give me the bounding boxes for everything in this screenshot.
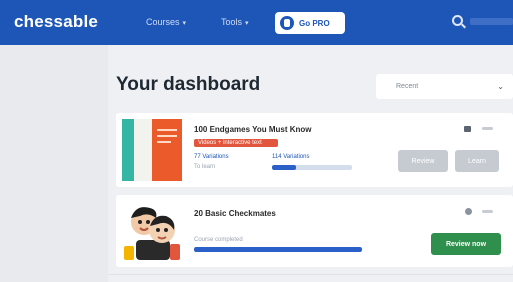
search-icon[interactable] [452, 15, 463, 26]
course-card[interactable]: 100 Endgames You Must Know Videos + inte… [116, 113, 513, 187]
variations-count: 77 Variations [194, 154, 229, 160]
nav-courses-menu[interactable]: Courses ▾ [146, 17, 186, 27]
cover-spine [122, 119, 134, 181]
search-input[interactable] [470, 18, 513, 25]
course-cover-image[interactable] [122, 200, 182, 262]
course-title[interactable]: 20 Basic Checkmates [194, 209, 276, 218]
more-options-icon[interactable] [482, 127, 493, 130]
course-title[interactable]: 100 Endgames You Must Know [194, 125, 312, 134]
pro-badge-icon [280, 16, 294, 30]
settings-icon[interactable] [465, 208, 472, 215]
sidebar [0, 45, 108, 282]
chevron-down-icon: ▾ [182, 20, 187, 27]
review-now-button[interactable]: Review now [431, 233, 501, 255]
go-pro-label: Go PRO [299, 18, 330, 28]
more-options-icon[interactable] [482, 210, 493, 213]
cover-front [152, 119, 182, 181]
cartoon-faces-icon [124, 207, 180, 260]
course-cover-image[interactable] [122, 119, 182, 181]
nav-tools-menu[interactable]: Tools ▾ [221, 17, 249, 27]
course-progress-fill [272, 165, 296, 170]
course-card[interactable]: 20 Basic Checkmates Course completed Rev… [116, 195, 513, 267]
sort-selected-value: Recent [396, 83, 419, 90]
top-navbar: chessable Courses ▾ Tools ▾ Go PRO [0, 0, 513, 45]
nav-courses-label: Courses [146, 17, 180, 27]
course-status: Course completed [194, 237, 243, 243]
chevron-down-icon: ▾ [245, 20, 249, 27]
nav-tools-label: Tools [221, 17, 243, 27]
course-progress-bar [194, 247, 362, 252]
course-progress-bar [272, 165, 352, 170]
chessable-logo[interactable]: chessable [14, 12, 98, 32]
total-variations: 114 Variations [272, 154, 310, 160]
learn-button[interactable]: Learn [455, 150, 499, 172]
divider [108, 274, 513, 275]
to-learn-label: To learn [194, 164, 216, 170]
video-icon[interactable] [464, 126, 471, 132]
page-title: Your dashboard [116, 74, 261, 95]
course-progress-fill [194, 247, 362, 252]
course-type-badge: Videos + interactive text [194, 139, 278, 147]
sort-dropdown[interactable]: Recent ⌄ [376, 74, 513, 99]
chevron-down-icon: ⌄ [497, 82, 504, 91]
go-pro-button[interactable]: Go PRO [275, 12, 345, 34]
review-button[interactable]: Review [398, 150, 448, 172]
